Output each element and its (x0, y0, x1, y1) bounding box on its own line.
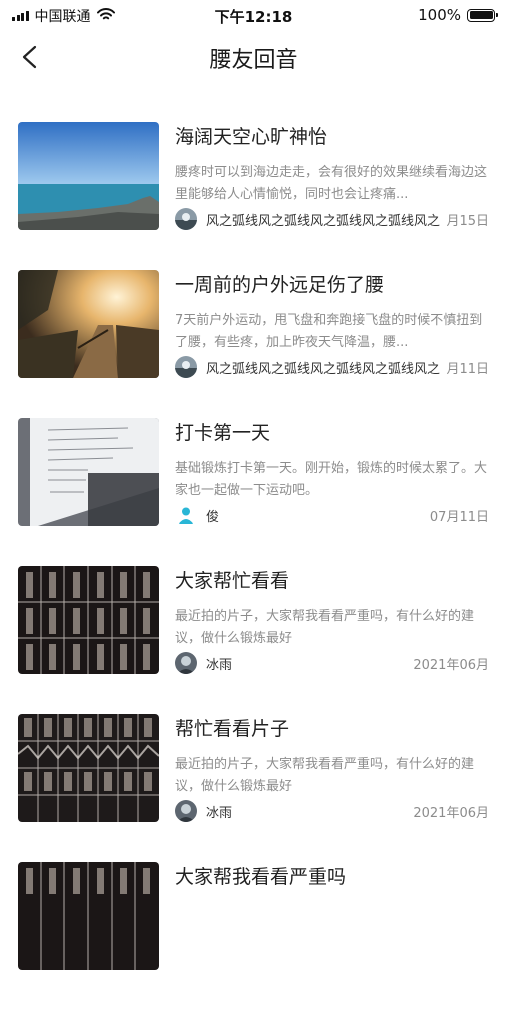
post-thumbnail[interactable] (18, 418, 159, 526)
post-date: 月11日 (446, 362, 489, 377)
post-meta: 冰雨 2021年06月 (175, 652, 489, 674)
post-description: 腰疼时可以到海边走走，会有很好的效果继续看海边这里能够给人心情愉悦，同时也会让疼… (175, 165, 488, 202)
post-thumbnail[interactable] (18, 566, 159, 674)
avatar[interactable] (175, 800, 197, 822)
post-card[interactable]: 打卡第一天 基础锻炼打卡第一天。刚开始，锻炼的时候太累了。大家也一起做一下运动吧… (0, 418, 507, 566)
post-meta: 冰雨 2021年06月 (175, 800, 489, 822)
avatar[interactable] (175, 504, 197, 526)
post-card[interactable]: 大家帮忙看看 最近拍的片子，大家帮我看看严重吗，有什么好的建议，做什么锻炼最好 … (0, 566, 507, 714)
post-card[interactable]: 海阔天空心旷神怡 腰疼时可以到海边走走，会有很好的效果继续看海边这里能够给人心情… (0, 122, 507, 270)
post-card[interactable]: 帮忙看看片子 最近拍的片子，大家帮我看看严重吗，有什么好的建议，做什么锻炼最好 … (0, 714, 507, 862)
author-name: 俊 (206, 510, 220, 525)
post-description: 最近拍的片子，大家帮我看看严重吗，有什么好的建议，做什么锻炼最好 (175, 609, 475, 646)
post-title: 打卡第一天 (175, 422, 271, 444)
post-description: 基础锻炼打卡第一天。刚开始，锻炼的时候太累了。大家也一起做一下运动吧。 (175, 461, 488, 498)
post-date: 月15日 (446, 214, 489, 229)
post-thumbnail[interactable] (18, 862, 159, 970)
post-title: 海阔天空心旷神怡 (175, 126, 328, 148)
post-title: 帮忙看看片子 (175, 718, 290, 740)
post-date: 2021年06月 (413, 806, 489, 821)
post-date: 07月11日 (429, 510, 489, 525)
avatar[interactable] (175, 208, 197, 230)
author-name: 冰雨 (206, 658, 233, 673)
post-date: 2021年06月 (413, 658, 489, 673)
avatar[interactable] (175, 652, 197, 674)
post-meta: 风之弧线风之弧线风之弧线风之弧线风之 月15日 (175, 208, 489, 230)
status-bar: 中国联通 下午12:18 100% (0, 0, 507, 30)
author-name: 风之弧线风之弧线风之弧线风之弧线风之 (206, 362, 441, 377)
post-title: 一周前的户外远足伤了腰 (175, 274, 385, 296)
avatar[interactable] (175, 356, 197, 378)
post-description: 7天前户外运动，甩飞盘和奔跑接飞盘的时候不慎扭到了腰，有些疼，加上昨夜天气降温，… (175, 313, 483, 350)
post-thumbnail[interactable] (18, 122, 159, 230)
post-title: 大家帮我看看严重吗 (175, 866, 347, 888)
post-thumbnail[interactable] (18, 714, 159, 822)
battery-percent: 100% (418, 6, 461, 24)
status-right: 100% (418, 6, 498, 24)
post-title: 大家帮忙看看 (175, 570, 290, 592)
author-name: 风之弧线风之弧线风之弧线风之弧线风之 (206, 214, 441, 229)
post-meta: 俊 07月11日 (175, 504, 489, 526)
post-list: 海阔天空心旷神怡 腰疼时可以到海边走走，会有很好的效果继续看海边这里能够给人心情… (0, 122, 507, 1010)
page-title: 腰友回音 (209, 48, 298, 73)
post-card[interactable]: 大家帮我看看严重吗 (0, 862, 507, 1010)
battery-icon (467, 8, 498, 22)
nav-bar: 腰友回音 (0, 30, 507, 84)
post-description: 最近拍的片子，大家帮我看看严重吗，有什么好的建议，做什么锻炼最好 (175, 757, 475, 794)
post-card[interactable]: 一周前的户外远足伤了腰 7天前户外运动，甩飞盘和奔跑接飞盘的时候不慎扭到了腰，有… (0, 270, 507, 418)
post-meta: 风之弧线风之弧线风之弧线风之弧线风之 月11日 (175, 356, 489, 378)
post-thumbnail[interactable] (18, 270, 159, 378)
author-name: 冰雨 (206, 806, 233, 821)
